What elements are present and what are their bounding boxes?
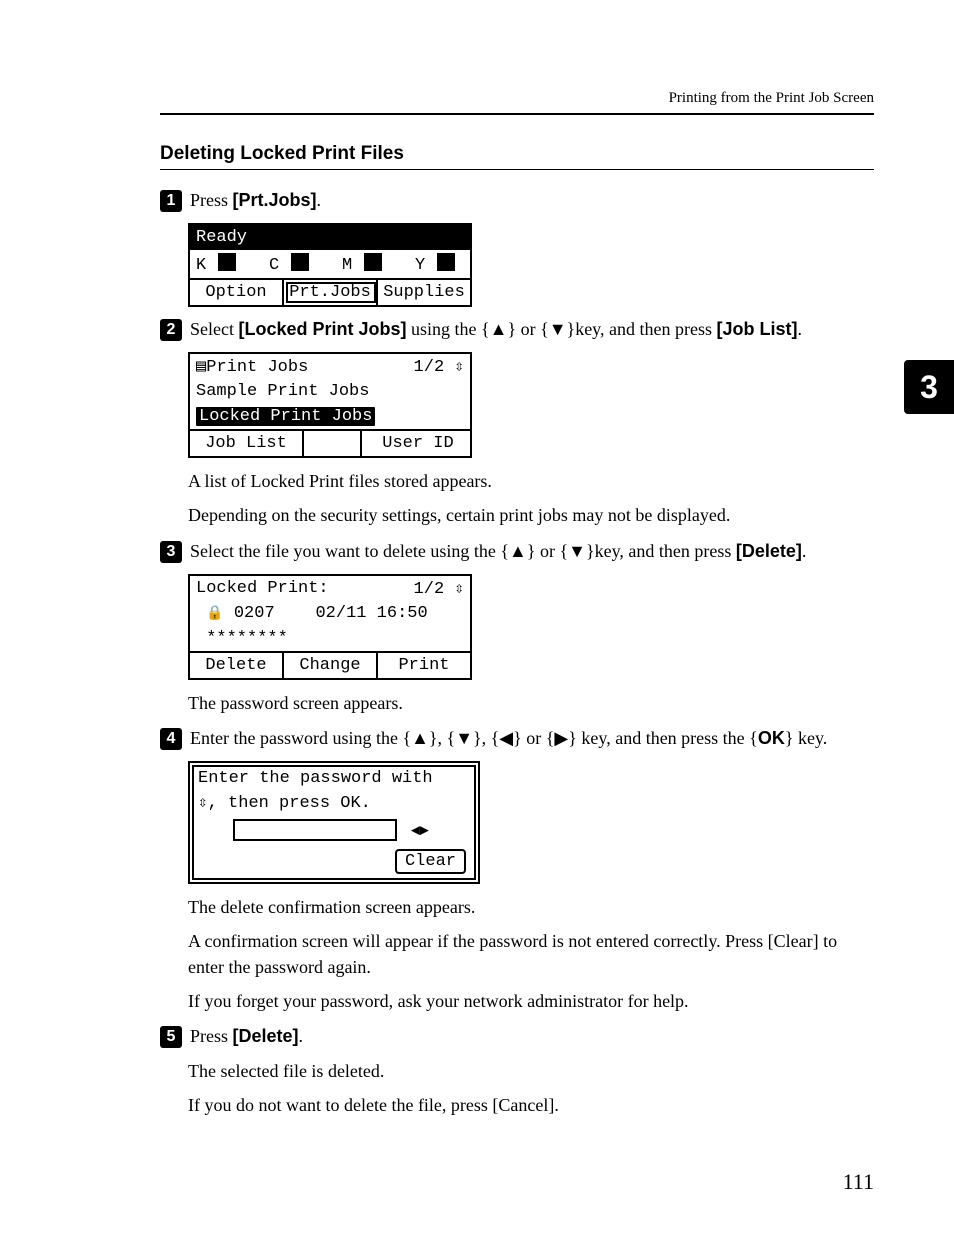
password-input[interactable] <box>233 819 397 841</box>
step-key: [Delete] <box>233 1026 299 1046</box>
body-paragraph: The delete confirmation screen appears. <box>188 894 874 920</box>
chapter-tab: 3 <box>904 360 954 414</box>
body-paragraph: The password screen appears. <box>188 690 874 716</box>
step-text: Select <box>190 319 238 339</box>
step-key: OK <box>758 728 785 748</box>
softkey-job-list[interactable]: Job List <box>190 431 304 456</box>
page-number: 111 <box>843 1169 874 1195</box>
list-item-selected[interactable]: Locked Print Jobs <box>190 404 470 429</box>
lcd-page: 1/2 <box>414 358 445 377</box>
updown-icon <box>198 794 208 813</box>
step-key: [Prt.Jobs] <box>233 190 317 210</box>
running-header: Printing from the Print Job Screen <box>160 90 874 107</box>
step-text: . <box>317 190 322 210</box>
lcd-ready-screen: Ready K C M Y Option Prt.Jobs Supplies <box>188 223 472 307</box>
lcd-softkeys: Delete Change Print <box>190 651 470 678</box>
file-row[interactable]: 0207 02/11 16:50 <box>190 601 470 626</box>
list-icon: ▤ <box>196 358 206 377</box>
body-paragraph: A confirmation screen will appear if the… <box>188 928 874 980</box>
softkey-delete[interactable]: Delete <box>190 653 284 678</box>
softkey-option[interactable]: Option <box>190 280 284 305</box>
step-text: using the {▲} or {▼}key, and then press <box>407 319 717 339</box>
step-number-icon: 1 <box>160 190 182 212</box>
step-1: 1 Press [Prt.Jobs]. <box>160 188 874 213</box>
lcd-prompt: Enter the password with <box>194 767 474 790</box>
softkey-prt-jobs[interactable]: Prt.Jobs <box>284 280 378 305</box>
step-text: Press <box>190 1026 233 1046</box>
step-3: 3 Select the file you want to delete usi… <box>160 539 874 564</box>
lcd-toner-row: K C M Y <box>190 250 470 278</box>
step-number-icon: 5 <box>160 1026 182 1048</box>
step-text: . <box>798 319 803 339</box>
step-number-icon: 3 <box>160 541 182 563</box>
step-4: 4 Enter the password using the {▲}, {▼},… <box>160 726 874 751</box>
step-text: Select the file you want to delete using… <box>190 541 736 561</box>
body-paragraph: If you do not want to delete the file, p… <box>188 1092 874 1118</box>
step-5: 5 Press [Delete]. <box>160 1024 874 1049</box>
step-text: Press <box>190 190 233 210</box>
softkey-supplies[interactable]: Supplies <box>378 280 470 305</box>
softkey-user-id[interactable]: User ID <box>362 431 474 456</box>
step-2: 2 Select [Locked Print Jobs] using the {… <box>160 317 874 342</box>
lcd-status: Ready <box>190 225 470 250</box>
lcd-softkeys: Option Prt.Jobs Supplies <box>190 278 470 305</box>
leftright-icon: ◀▶ <box>411 823 429 840</box>
lcd-title: Print Jobs <box>206 358 308 377</box>
softkey-print[interactable]: Print <box>378 653 470 678</box>
body-paragraph: If you forget your password, ask your ne… <box>188 988 874 1014</box>
lcd-title: Locked Print: <box>196 579 329 598</box>
step-text: Enter the password using the {▲}, {▼}, {… <box>190 728 758 748</box>
section-rule <box>160 169 874 170</box>
lcd-page: 1/2 <box>414 580 445 599</box>
updown-icon <box>454 358 464 377</box>
softkey-change[interactable]: Change <box>284 653 378 678</box>
softkey-blank <box>304 431 362 456</box>
lcd-locked-print-screen: Locked Print: 1/2 0207 02/11 16:50 *****… <box>188 574 472 680</box>
lcd-password-screen: Enter the password with , then press OK.… <box>188 761 480 884</box>
step-key: [Delete] <box>736 541 802 561</box>
body-paragraph: Depending on the security settings, cert… <box>188 502 874 528</box>
file-mask: ******** <box>190 626 470 651</box>
body-paragraph: A list of Locked Print files stored appe… <box>188 468 874 494</box>
lcd-print-jobs-screen: ▤Print Jobs 1/2 Sample Print Jobs Locked… <box>188 352 472 458</box>
body-paragraph: The selected file is deleted. <box>188 1058 874 1084</box>
step-key: [Locked Print Jobs] <box>238 319 406 339</box>
lcd-softkeys: Job List User ID <box>190 429 470 456</box>
softkey-clear[interactable]: Clear <box>395 849 466 874</box>
section-title: Deleting Locked Print Files <box>160 143 874 165</box>
step-key: [Job List] <box>717 319 798 339</box>
list-item[interactable]: Sample Print Jobs <box>190 379 470 404</box>
step-number-icon: 2 <box>160 319 182 341</box>
lcd-prompt: , then press OK. <box>194 790 474 815</box>
lock-icon <box>206 604 223 623</box>
updown-icon <box>454 580 464 599</box>
step-number-icon: 4 <box>160 728 182 750</box>
header-rule <box>160 113 874 115</box>
